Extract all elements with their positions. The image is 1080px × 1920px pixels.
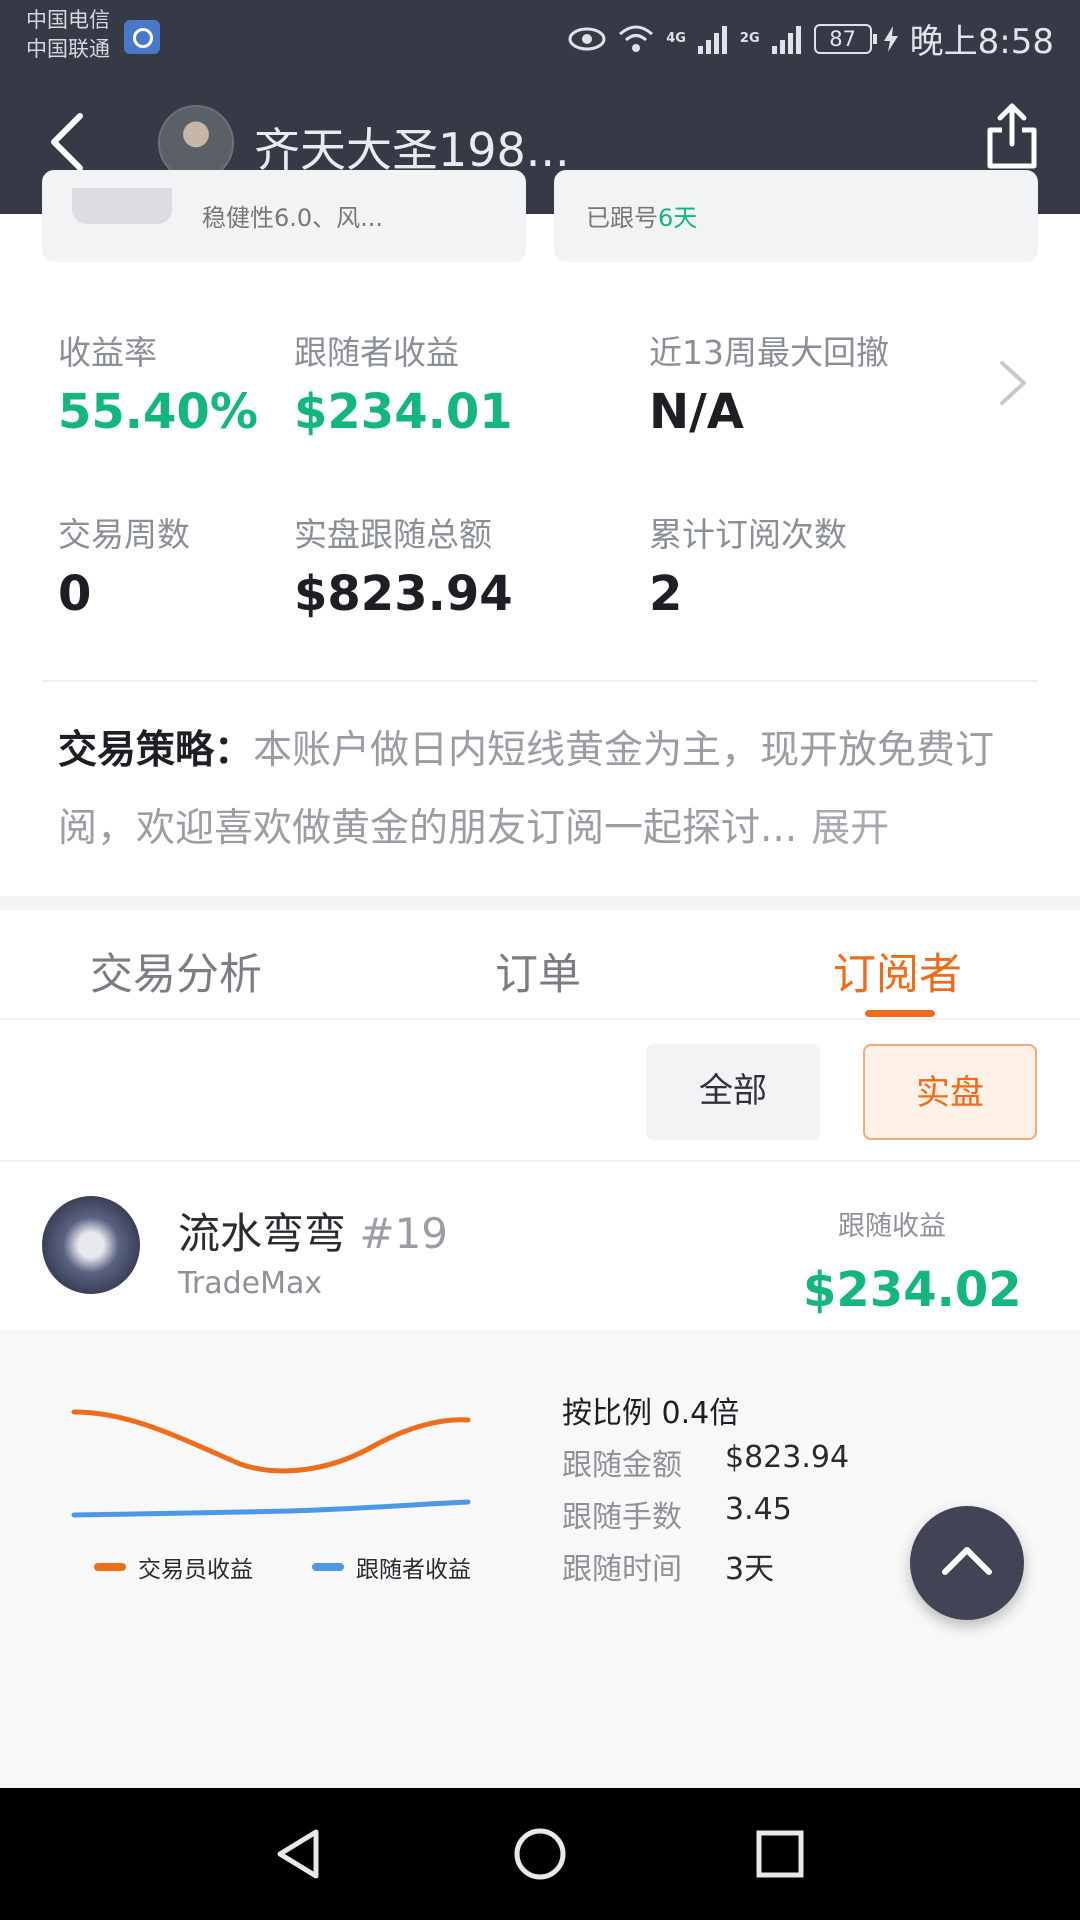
detail-row-time: 跟随时间 3天 xyxy=(562,1544,774,1588)
profit-sparkline xyxy=(71,1409,471,1518)
share-icon[interactable] xyxy=(982,102,1042,172)
status-bar: 中国电信 中国联通 4G 2G 87 晚上8:58 xyxy=(0,0,1080,72)
subscriber-rank: #19 xyxy=(359,1209,449,1258)
eye-icon xyxy=(568,27,606,50)
stat-value: 55.40% xyxy=(58,384,258,440)
stat-value: 2 xyxy=(649,566,683,622)
wifi-icon xyxy=(619,25,654,52)
trader-profit-line xyxy=(71,1409,471,1474)
tab-orders[interactable]: 订单 xyxy=(495,940,581,1002)
detail-value: 3天 xyxy=(725,1552,775,1587)
chevron-right-icon[interactable] xyxy=(998,360,1028,406)
subscriber-avatar[interactable] xyxy=(42,1196,140,1294)
stability-card[interactable]: 稳健性6.0、风... xyxy=(42,170,526,262)
nav-back-icon[interactable] xyxy=(270,1824,330,1884)
legend-swatch xyxy=(94,1563,126,1571)
clock: 晚上8:58 xyxy=(909,22,1054,62)
network-4g-label: 4G xyxy=(666,31,686,46)
stat-value: $823.94 xyxy=(294,566,513,622)
follow-profit-label: 跟随收益 xyxy=(838,1211,946,1242)
filter-all-button[interactable]: 全部 xyxy=(646,1044,820,1140)
card-thumbnail xyxy=(72,188,172,224)
detail-label: 跟随手数 xyxy=(562,1500,682,1535)
subscriber-broker: TradeMax xyxy=(178,1266,323,1301)
stat-label: 实盘跟随总额 xyxy=(294,515,492,554)
card-text-2: 已跟号6天 xyxy=(586,198,697,233)
detail-label: 跟随金额 xyxy=(562,1448,682,1483)
active-tab-indicator xyxy=(865,1010,935,1017)
legend-label: 交易员收益 xyxy=(138,1557,253,1583)
stat-follower-profit: 跟随者收益 $234.01 xyxy=(294,326,513,440)
stat-label: 交易周数 xyxy=(58,515,190,554)
stat-label: 收益率 xyxy=(58,333,157,372)
legend-trader: 交易员收益 xyxy=(94,1550,253,1584)
stat-value: N/A xyxy=(649,384,744,440)
stat-label: 累计订阅次数 xyxy=(649,515,847,554)
strategy-label: 交易策略： xyxy=(58,728,254,773)
follow-days-prefix: 已跟号 xyxy=(586,204,658,232)
status-icons: 4G 2G 87 晚上8:58 xyxy=(568,14,1054,63)
strategy-description: 交易策略：本账户做日内短线黄金为主，现开放免费订阅，欢迎喜欢做黄金的朋友订阅一起… xyxy=(58,712,1038,868)
follow-ratio: 按比例 0.4倍 xyxy=(562,1396,740,1431)
stat-value: 0 xyxy=(58,566,92,622)
detail-value: 3.45 xyxy=(725,1492,792,1527)
carrier-2: 中国联通 xyxy=(26,37,110,61)
detail-row-lots: 跟随手数 3.45 xyxy=(562,1492,792,1536)
app-notification-icon xyxy=(124,20,160,54)
detail-label: 跟随时间 xyxy=(562,1552,682,1587)
back-arrow-icon[interactable] xyxy=(40,112,100,172)
divider xyxy=(42,680,1038,682)
follow-days-card[interactable]: 已跟号6天 xyxy=(554,170,1038,262)
expand-link[interactable]: 展开 xyxy=(811,806,889,851)
legend-follower: 跟随者收益 xyxy=(312,1550,471,1584)
section-gap xyxy=(0,896,1080,910)
card-text: 稳健性6.0、风... xyxy=(202,204,384,232)
stat-label: 跟随者收益 xyxy=(294,333,459,372)
carrier-1: 中国电信 xyxy=(26,8,110,32)
stat-subscription-count: 累计订阅次数 2 xyxy=(649,508,847,622)
tab-bar: 交易分析 订单 订阅者 xyxy=(0,910,1080,1020)
subscriber-name-text: 流水弯弯 xyxy=(178,1209,347,1258)
chevron-up-icon xyxy=(942,1547,992,1575)
follow-days-value: 6天 xyxy=(658,204,698,232)
stat-trade-weeks: 交易周数 0 xyxy=(58,508,190,622)
divider xyxy=(0,1160,1080,1162)
follower-profit-line xyxy=(71,1499,471,1518)
detail-value: $823.94 xyxy=(725,1440,850,1475)
network-2g-label: 2G xyxy=(739,31,760,46)
scroll-to-top-button[interactable] xyxy=(910,1506,1024,1620)
stat-return-rate: 收益率 55.40% xyxy=(58,326,258,440)
charging-icon xyxy=(883,25,898,52)
stat-label: 近13周最大回撤 xyxy=(649,333,889,372)
signal-icon xyxy=(697,25,727,54)
subscriber-name[interactable]: 流水弯弯 #19 xyxy=(178,1200,448,1261)
follow-profit-value: $234.02 xyxy=(803,1262,1022,1318)
carrier-info: 中国电信 中国联通 xyxy=(26,6,110,64)
nav-recents-icon[interactable] xyxy=(750,1824,810,1884)
tab-subscribers[interactable]: 订阅者 xyxy=(833,940,962,1002)
stat-max-drawdown[interactable]: 近13周最大回撤 N/A xyxy=(649,326,889,440)
tab-trade-analysis[interactable]: 交易分析 xyxy=(90,940,262,1002)
legend-label: 跟随者收益 xyxy=(356,1557,471,1583)
signal-icon-2 xyxy=(771,25,801,54)
battery-icon: 87 xyxy=(813,23,877,54)
filter-real-button[interactable]: 实盘 xyxy=(863,1044,1037,1140)
detail-row-amount: 跟随金额 $823.94 xyxy=(562,1440,849,1484)
nav-home-icon[interactable] xyxy=(510,1824,570,1884)
stat-total-follow-amount: 实盘跟随总额 $823.94 xyxy=(294,508,513,622)
legend-swatch xyxy=(312,1563,344,1571)
stat-value: $234.01 xyxy=(294,384,513,440)
system-nav-bar xyxy=(0,1788,1080,1920)
